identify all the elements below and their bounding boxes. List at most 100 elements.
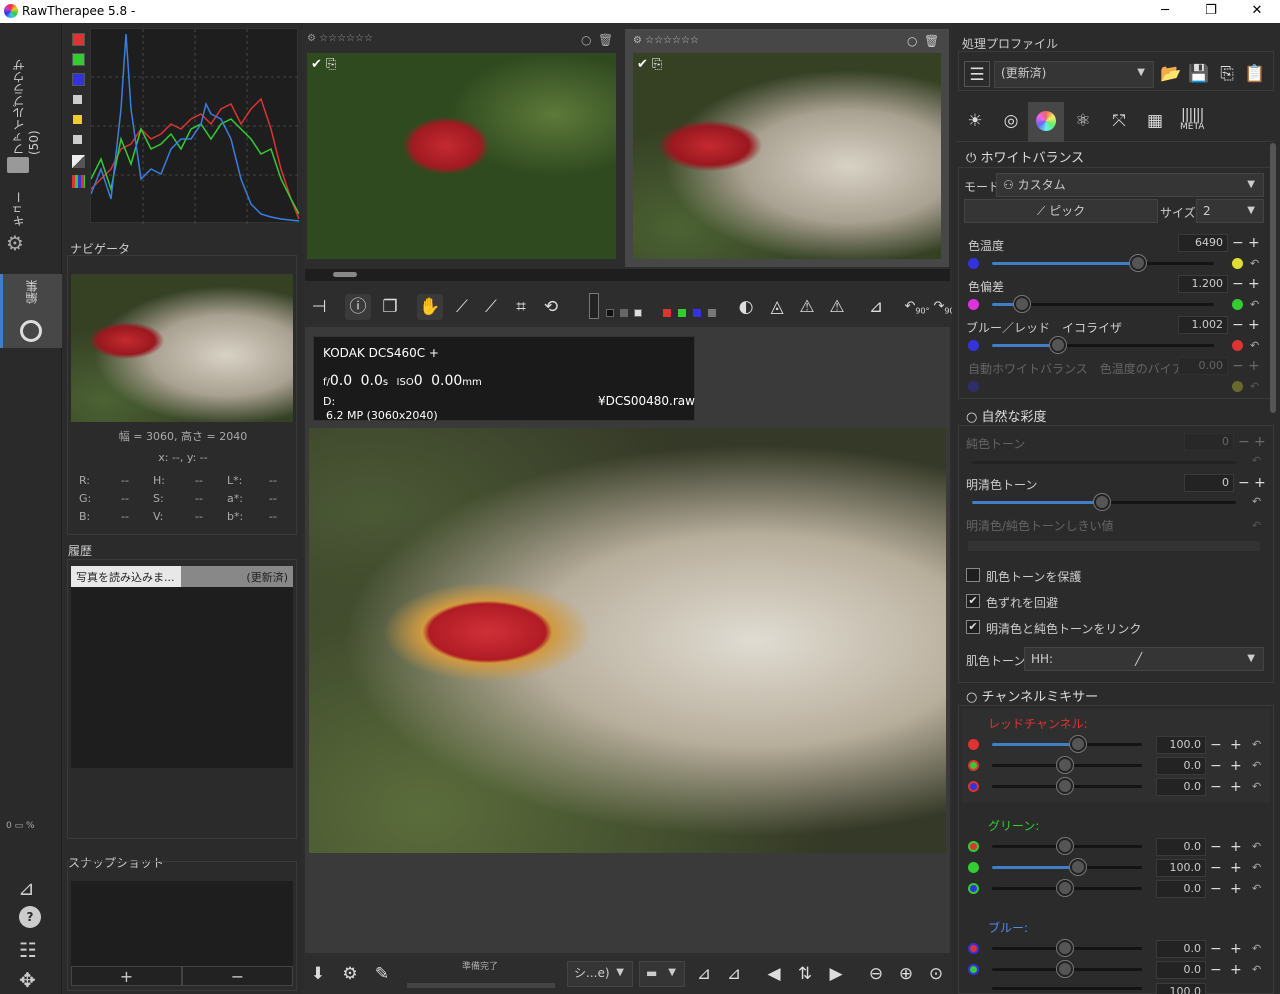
tab-color[interactable] bbox=[1028, 102, 1064, 142]
preview-blue-icon[interactable] bbox=[693, 309, 701, 317]
save-image-icon[interactable]: ⬇ bbox=[305, 961, 331, 987]
shadow-clip-icon[interactable]: ◬ bbox=[764, 294, 790, 320]
mixer-g-r-plus[interactable]: + bbox=[1230, 840, 1242, 854]
mixer-g-r-value[interactable]: 0.0 bbox=[1156, 838, 1206, 856]
mixer-r-g-value[interactable]: 0.0 bbox=[1156, 757, 1206, 775]
filmstrip-thumb-2[interactable]: ⚙ ☆☆☆☆☆☆ ○ 🗑 ✔ ⎘ bbox=[625, 29, 949, 267]
mixer-r-b-minus[interactable]: − bbox=[1210, 780, 1222, 794]
histogram-green-toggle[interactable] bbox=[72, 53, 85, 66]
mixer-r-r-knob[interactable] bbox=[1070, 736, 1086, 752]
wb-mode-select[interactable]: ⚇ カスタム ▼ bbox=[996, 173, 1264, 197]
straighten-icon[interactable]: ⟲ bbox=[538, 294, 564, 320]
color-picker-icon[interactable]: ⟋ bbox=[478, 294, 504, 320]
mixer-b-r-knob[interactable] bbox=[1057, 940, 1073, 956]
maximize-button[interactable]: ❐ bbox=[1188, 0, 1234, 23]
crop-icon[interactable]: ⌗ bbox=[508, 294, 534, 320]
tab-editor[interactable]: 編集 bbox=[0, 274, 62, 348]
thumb2-rating[interactable]: ☆☆☆☆☆☆ bbox=[645, 35, 699, 46]
mixer-g-b-reset-icon[interactable]: ↶ bbox=[1252, 882, 1261, 895]
vib-protect-checkbox[interactable] bbox=[966, 568, 980, 582]
vib-avoid-checkbox[interactable]: ✔ bbox=[966, 594, 980, 608]
queue-add-icon[interactable]: ⚙ bbox=[337, 961, 363, 987]
tab-advanced-icon[interactable]: ⚛ bbox=[1070, 108, 1096, 134]
remove-snapshot-button[interactable]: − bbox=[182, 966, 293, 986]
next-image-icon[interactable]: ▶ bbox=[823, 961, 849, 987]
vib-power-icon[interactable]: ○ bbox=[966, 410, 977, 425]
profile-paste-icon[interactable]: 📋 bbox=[1242, 61, 1268, 87]
mixer-r-r-value[interactable]: 100.0 bbox=[1156, 736, 1206, 754]
mixer-g-g-value[interactable]: 100.0 bbox=[1156, 859, 1206, 877]
new-edit-icon[interactable]: ⊿ bbox=[18, 876, 35, 900]
main-preview-image[interactable] bbox=[309, 428, 946, 853]
profile-copy-icon[interactable]: ⎘ bbox=[1214, 61, 1240, 87]
add-snapshot-button[interactable]: + bbox=[71, 966, 182, 986]
wb-power-icon[interactable]: ⏻ bbox=[966, 151, 976, 166]
wb-temp-minus[interactable]: − bbox=[1232, 236, 1244, 250]
thumb-rating[interactable]: ☆☆☆☆☆☆ bbox=[319, 33, 373, 44]
mixer-r-b-plus[interactable]: + bbox=[1230, 780, 1242, 794]
tab-exposure-icon[interactable]: ☀ bbox=[962, 108, 988, 134]
info-icon[interactable]: ⓘ bbox=[345, 294, 371, 320]
shadow-warn-icon[interactable]: ⚠ bbox=[824, 294, 850, 320]
histogram-mode-toggle[interactable] bbox=[72, 175, 85, 188]
histogram-chroma-toggle[interactable] bbox=[73, 115, 82, 124]
mixer-g-b-minus[interactable]: − bbox=[1210, 882, 1222, 896]
preview-red-icon[interactable] bbox=[663, 309, 671, 317]
wb-size-select[interactable]: 2 ▼ bbox=[1196, 199, 1264, 223]
zoom-fit-icon[interactable]: ⊙ bbox=[923, 961, 949, 987]
rotate-left-icon[interactable]: ↶90° bbox=[904, 294, 930, 320]
mixer-power-icon[interactable]: ○ bbox=[966, 690, 977, 705]
minimize-button[interactable]: ─ bbox=[1142, 0, 1188, 23]
mixer-g-r-reset-icon[interactable]: ↶ bbox=[1252, 840, 1261, 853]
output-mode-select[interactable]: シ...e) ▼ bbox=[567, 961, 633, 987]
history-row[interactable]: 写真を読み込みま... (更新済) bbox=[71, 566, 293, 587]
vib-sat-plus[interactable]: + bbox=[1254, 476, 1266, 490]
thumb-reject-icon[interactable]: ○ bbox=[581, 33, 591, 47]
vib-sat-knob[interactable] bbox=[1094, 494, 1110, 510]
preview-green-icon[interactable] bbox=[678, 309, 686, 317]
mixer-r-g-minus[interactable]: − bbox=[1210, 759, 1222, 773]
histogram-blue-toggle[interactable] bbox=[72, 73, 85, 86]
vib-sat-minus[interactable]: − bbox=[1238, 476, 1250, 490]
tab-transform-icon[interactable]: ⤧ bbox=[1106, 108, 1132, 134]
mixer-r-b-reset-icon[interactable]: ↶ bbox=[1252, 780, 1261, 793]
tab-detail-icon[interactable]: ◎ bbox=[998, 108, 1024, 134]
filmstrip-scroll-thumb[interactable] bbox=[333, 272, 357, 277]
wb-eq-value[interactable]: 1.002 bbox=[1178, 316, 1228, 334]
highlight-warn-icon[interactable]: ⚠ bbox=[794, 294, 820, 320]
tab-queue[interactable]: キュー ⚙ bbox=[0, 191, 62, 271]
wb-tint-plus[interactable]: + bbox=[1248, 277, 1260, 291]
profile-open-icon[interactable]: 📂 bbox=[1158, 61, 1184, 87]
fullscreen-icon[interactable]: ✥ bbox=[19, 968, 36, 992]
wb-tint-knob[interactable] bbox=[1014, 296, 1030, 312]
histogram-raw-toggle[interactable] bbox=[73, 135, 82, 144]
close-button[interactable]: ✕ bbox=[1234, 0, 1280, 23]
filmstrip-thumb-1[interactable]: ⚙ ☆☆☆☆☆☆ ○ 🗑 ✔ ⎘ bbox=[305, 33, 618, 273]
mixer-b-g-minus[interactable]: − bbox=[1210, 963, 1222, 977]
wb-eq-minus[interactable]: − bbox=[1232, 318, 1244, 332]
wb-temp-knob[interactable] bbox=[1130, 255, 1146, 271]
perspective-icon[interactable]: ⊿ bbox=[863, 294, 889, 320]
mixer-r-r-plus[interactable]: + bbox=[1230, 738, 1242, 752]
mixer-g-g-plus[interactable]: + bbox=[1230, 861, 1242, 875]
mixer-b-b-value[interactable]: 100.0 bbox=[1156, 983, 1206, 994]
mixer-g-r-knob[interactable] bbox=[1057, 838, 1073, 854]
wb-tint-reset-icon[interactable]: ↶ bbox=[1250, 298, 1259, 311]
thumb2-reject-icon[interactable]: ○ bbox=[907, 34, 917, 48]
wb-tint-value[interactable]: 1.200 bbox=[1178, 275, 1228, 293]
wb-eq-plus[interactable]: + bbox=[1248, 318, 1260, 332]
vib-link-checkbox[interactable]: ✔ bbox=[966, 620, 980, 634]
mixer-g-r-minus[interactable]: − bbox=[1210, 840, 1222, 854]
mixer-r-g-knob[interactable] bbox=[1057, 757, 1073, 773]
mixer-r-r-reset-icon[interactable]: ↶ bbox=[1252, 738, 1261, 751]
sync-icon[interactable]: ⇅ bbox=[792, 961, 818, 987]
mixer-r-g-plus[interactable]: + bbox=[1230, 759, 1242, 773]
send-editor-icon[interactable]: ✎ bbox=[369, 961, 395, 987]
zoom-out-icon[interactable]: ⊖ bbox=[863, 961, 889, 987]
hand-tool-icon[interactable]: ✋ bbox=[417, 294, 443, 320]
preview-lum-icon[interactable] bbox=[708, 309, 716, 317]
wb-temp-value[interactable]: 6490 bbox=[1178, 234, 1228, 252]
histogram-luminance-toggle[interactable] bbox=[73, 95, 82, 104]
help-icon[interactable]: ? bbox=[19, 906, 41, 928]
previous-image-icon[interactable]: ◀ bbox=[761, 961, 787, 987]
